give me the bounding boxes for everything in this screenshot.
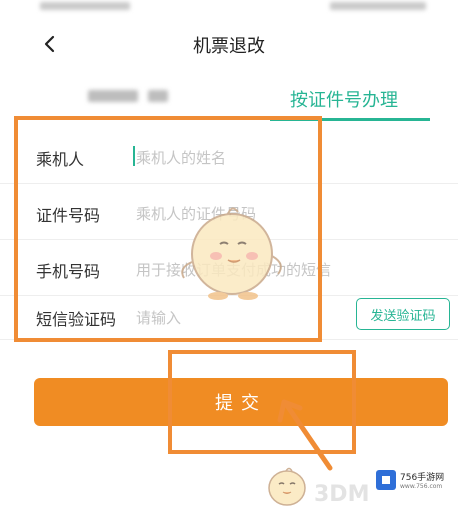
- watermark-3dm: 3DM: [314, 482, 370, 507]
- site-logo-icon: [376, 470, 396, 490]
- watermark-site-url: www.756.com: [400, 483, 443, 490]
- watermark-site-name: 756手游网: [400, 473, 445, 483]
- watermark-site: 756手游网 www.756.com: [376, 470, 444, 490]
- mascot-watermark-small: [268, 467, 306, 506]
- mascot-watermark: [181, 207, 282, 300]
